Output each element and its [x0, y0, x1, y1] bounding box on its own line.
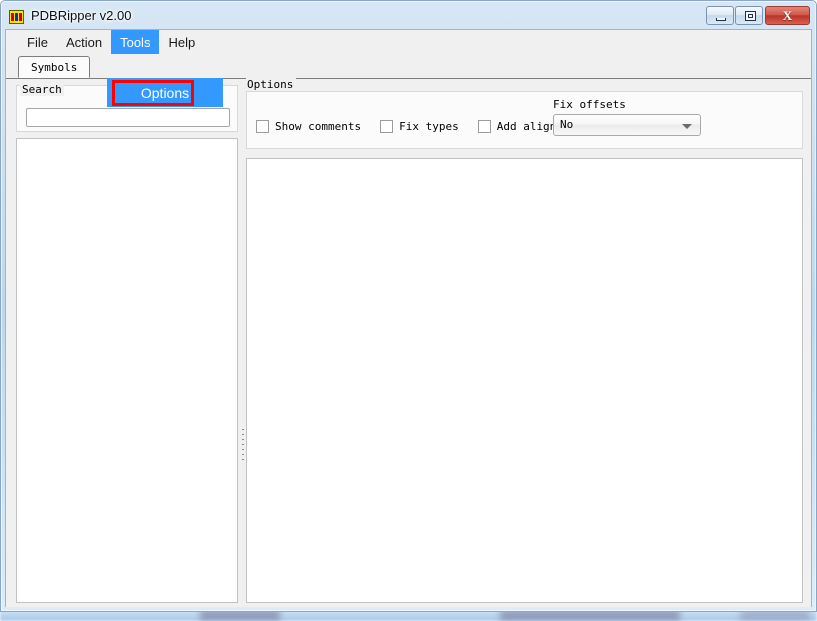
options-group: Show comments Fix types Add alignment Fi… — [246, 91, 803, 149]
checkbox-box-icon — [380, 120, 394, 133]
output-area[interactable] — [246, 158, 803, 603]
client-area: File Action Tools Help Symbols Search Op… — [5, 29, 812, 607]
checkbox-box-icon — [477, 120, 491, 133]
application-window: PDBRipper v2.00 X File Action Tools Help… — [0, 0, 817, 612]
title-bar[interactable]: PDBRipper v2.00 X — [5, 5, 812, 29]
left-pane: Search — [16, 83, 238, 603]
options-checkbox-row: Show comments Fix types Add alignment — [256, 120, 602, 133]
app-icon — [9, 10, 24, 24]
app-icon-glyph-a — [11, 13, 14, 21]
search-label: Search — [20, 83, 64, 96]
maximize-button[interactable] — [735, 6, 763, 25]
fix-offsets-label: Fix offsets — [553, 98, 626, 111]
tools-dropdown-menu: Options — [107, 78, 223, 107]
fix-offsets-block: Fix offsets No — [553, 98, 703, 136]
maximize-icon — [745, 11, 756, 21]
splitter-grip-icon — [242, 429, 244, 461]
minimize-icon — [716, 18, 726, 21]
menu-item-file[interactable]: File — [18, 30, 57, 54]
tab-strip: Symbols — [6, 54, 811, 79]
close-button[interactable]: X — [765, 6, 810, 25]
checkbox-show-comments[interactable]: Show comments — [256, 120, 361, 133]
tab-symbols[interactable]: Symbols — [18, 56, 91, 78]
menu-bar: File Action Tools Help — [6, 30, 811, 54]
options-group-label: Options — [246, 78, 297, 91]
checkbox-label: Show comments — [275, 120, 362, 133]
app-icon-glyph-b — [15, 13, 18, 21]
menu-item-help[interactable]: Help — [159, 30, 204, 54]
right-pane: Options Show comments Fix types Add alig… — [246, 78, 803, 603]
symbols-list[interactable] — [16, 138, 238, 603]
window-controls: X — [705, 6, 810, 25]
checkbox-box-icon — [256, 120, 269, 133]
content-area: Search Options Show comments Fix types A… — [6, 78, 811, 607]
minimize-button[interactable] — [706, 6, 734, 25]
menu-item-action[interactable]: Action — [57, 30, 111, 54]
close-icon: X — [782, 8, 793, 23]
menu-item-options[interactable]: Options — [107, 78, 223, 107]
app-icon-glyph-c — [19, 13, 22, 21]
fix-offsets-value: No — [560, 118, 574, 131]
chevron-down-icon — [682, 124, 692, 129]
window-title: PDBRipper v2.00 — [31, 8, 132, 23]
menu-item-tools[interactable]: Tools — [111, 30, 160, 54]
fix-offsets-dropdown[interactable]: No — [553, 114, 701, 136]
search-input[interactable] — [26, 108, 230, 127]
checkbox-label: Fix types — [399, 120, 459, 133]
checkbox-fix-types[interactable]: Fix types — [380, 120, 459, 133]
